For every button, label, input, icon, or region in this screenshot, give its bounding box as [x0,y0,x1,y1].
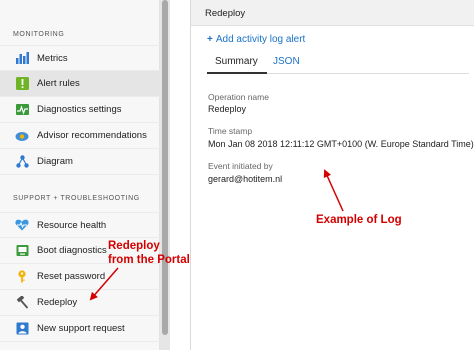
sidebar-item-diagnostics-settings[interactable]: Diagnostics settings [0,97,160,123]
example-log-annotation: Example of Log [316,214,402,226]
sidebar-scroll-thumb[interactable] [162,0,168,335]
sidebar-item-label: New support request [37,323,125,334]
sidebar-item-label: Resource health [37,219,107,231]
blade-header: Redeploy [191,0,474,26]
key-icon [15,270,29,284]
left-nav-sidebar: MONITORING Metrics Alert rules Diagnosti… [0,0,160,350]
sidebar-item-diagram[interactable]: Diagram [0,149,160,175]
sidebar-item-label: Alert rules [37,78,80,89]
time-stamp-label: Time stamp [208,126,253,136]
sidebar-item-label: Reset password [37,271,106,282]
diagnostics-icon [15,103,29,117]
event-initiated-by-label: Event initiated by [208,161,273,171]
add-activity-log-alert-link[interactable]: + Add activity log alert [207,34,305,45]
add-activity-log-alert-label: Add activity log alert [215,34,306,45]
operation-name-value: Redeploy [208,104,247,114]
sidebar-item-label: Boot diagnostics [37,245,107,256]
time-stamp-value: Mon Jan 08 2018 12:11:12 GMT+0100 (W. Eu… [208,139,474,149]
redeploy-detail-blade: Redeploy + Add activity log alert Summary… [190,0,474,350]
sidebar-item-resource-health[interactable]: Resource health [0,212,160,238]
operation-name-label: Operation name [208,92,269,102]
support-section-title: SUPPORT + TROUBLESHOOTING [13,195,140,202]
bar-chart-icon [15,51,29,65]
tab-json[interactable]: JSON [273,56,300,67]
redeploy-annotation-line1: Redeploy [108,240,160,252]
sidebar-item-metrics[interactable]: Metrics [0,45,160,71]
heart-icon [15,218,29,232]
monitoring-section-title: MONITORING [13,31,65,38]
sidebar-item-label: Metrics [37,52,68,64]
diagram-icon [15,155,29,169]
hammer-icon [15,296,29,310]
redeploy-annotation-line2: from the Portal [108,254,190,266]
alert-bell-icon [15,77,29,91]
blade-gap [170,0,190,350]
sidebar-item-label: Advisor recommendations [37,130,147,141]
sidebar-item-label: Diagnostics settings [37,104,122,115]
tab-summary[interactable]: Summary [215,56,258,67]
active-tab-indicator [207,72,267,74]
advisor-cloud-icon [15,129,29,143]
blade-title: Redeploy [205,8,246,19]
sidebar-item-reset-password[interactable]: Reset password [0,264,160,290]
support-person-icon [15,322,29,336]
sidebar-item-alert-rules[interactable]: Alert rules [0,71,160,97]
sidebar-item-advisor-recommendations[interactable]: Advisor recommendations [0,123,160,149]
event-initiated-by-value: gerard@hotitem.nl [208,174,283,184]
sidebar-item-new-support-request[interactable]: New support request [0,316,160,342]
plus-icon: + [207,34,213,45]
sidebar-item-label: Redeploy [37,297,78,308]
boot-diagnostics-icon [15,244,29,258]
detail-tabs: Summary JSON [207,54,469,74]
sidebar-item-label: Diagram [37,156,73,167]
sidebar-item-redeploy[interactable]: Redeploy [0,290,160,316]
